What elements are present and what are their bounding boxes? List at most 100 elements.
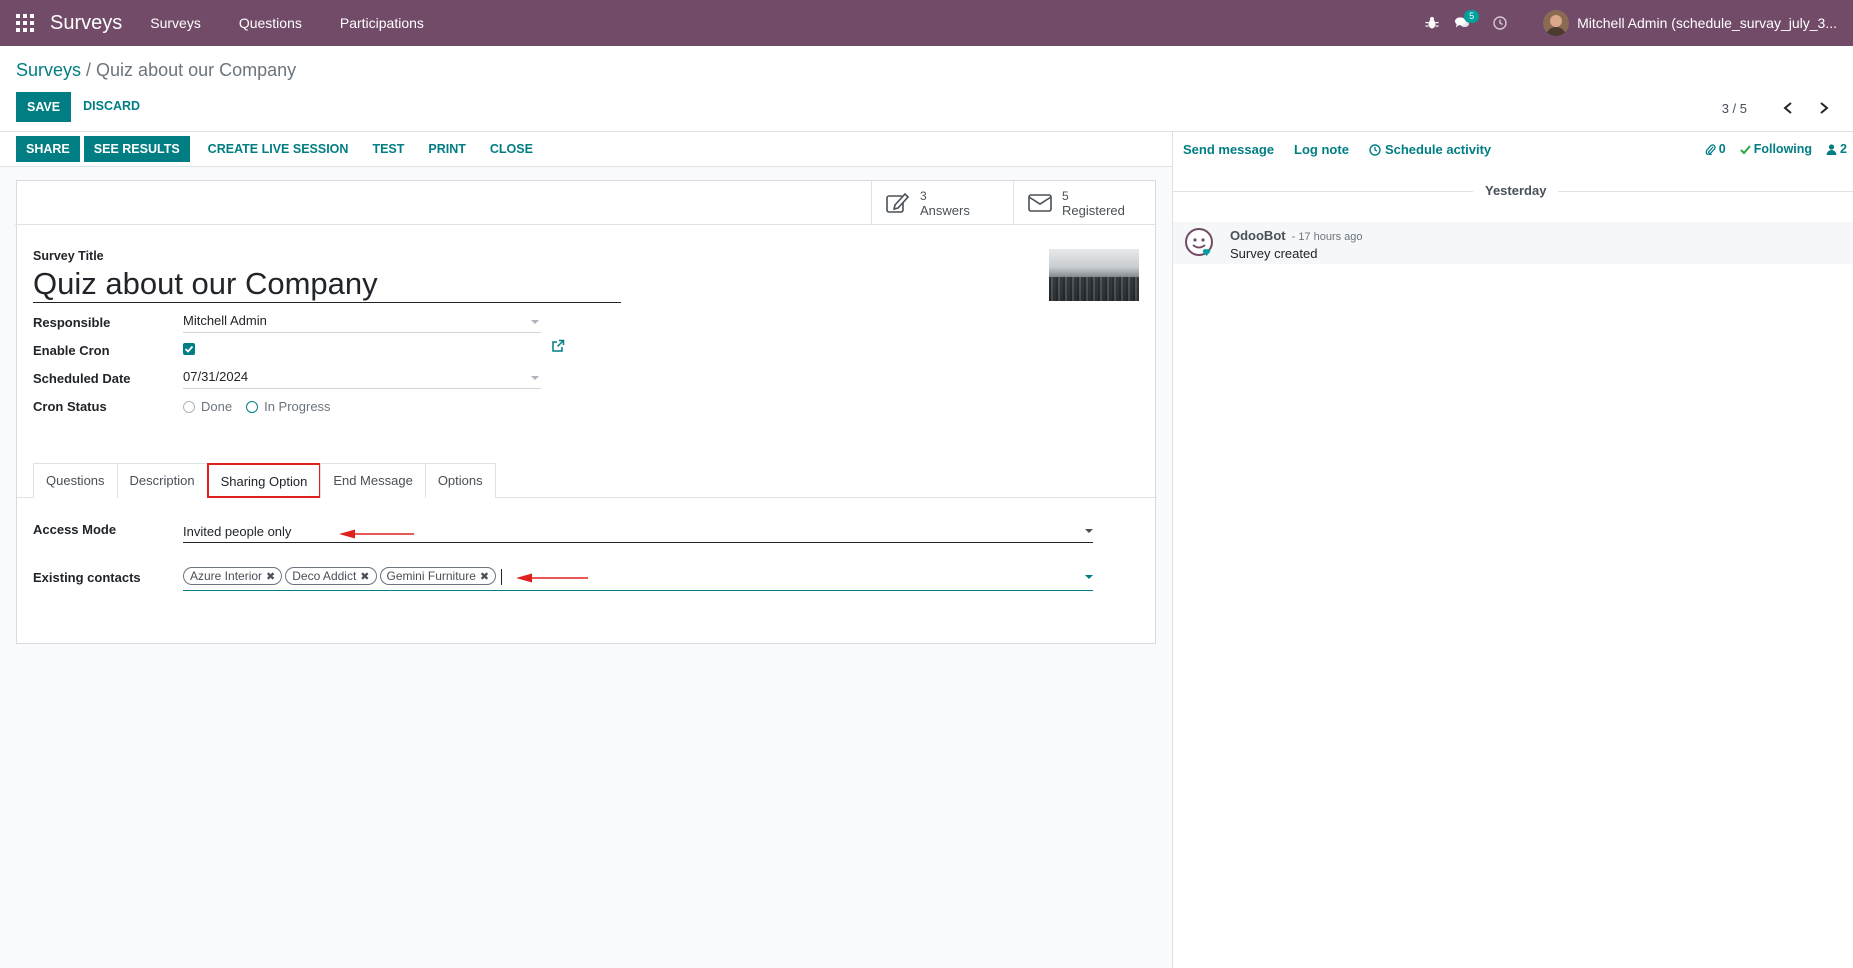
user-avatar[interactable] <box>1543 10 1570 36</box>
form-tabs: Questions Description Sharing Option End… <box>33 463 496 498</box>
menu-questions[interactable]: Questions <box>239 15 302 31</box>
see-results-button[interactable]: SEE RESULTS <box>83 136 190 162</box>
pager-value[interactable]: 3 / 5 <box>1722 101 1747 116</box>
form-sheet: 3 Answers 5 Registered Survey Title Quiz… <box>15 180 1157 644</box>
annotation-arrow <box>516 573 588 583</box>
cron-status-in-progress-radio[interactable]: In Progress <box>246 399 331 414</box>
survey-title-input[interactable]: Quiz about our Company <box>33 267 621 303</box>
contact-tag: Deco Addict ✖ <box>285 567 377 585</box>
clock-icon <box>1369 143 1381 156</box>
remove-tag-icon[interactable]: ✖ <box>480 570 489 583</box>
contact-tag: Azure Interior ✖ <box>183 567 283 585</box>
print-button[interactable]: PRINT <box>418 136 476 162</box>
scheduled-date-value: 07/31/2024 <box>183 369 249 384</box>
day-separator-label: Yesterday <box>1473 183 1559 198</box>
text-cursor <box>501 568 503 585</box>
message-author: OdooBot - 17 hours ago <box>1230 228 1363 243</box>
contact-tag: Gemini Furniture ✖ <box>379 567 497 585</box>
form-statusbar: SHARE SEE RESULTS CREATE LIVE SESSION TE… <box>0 132 1172 167</box>
topbar-systray: 5 Mitchell Admin (schedule_survay_july_3… <box>1415 0 1853 46</box>
pager-previous-icon[interactable] <box>1775 98 1801 118</box>
survey-title-label: Survey Title <box>33 249 104 263</box>
form-view: SHARE SEE RESULTS CREATE LIVE SESSION TE… <box>0 132 1172 968</box>
external-link-icon[interactable] <box>551 339 565 353</box>
control-panel: Surveys / Quiz about our Company SAVE DI… <box>0 46 1853 132</box>
app-brand[interactable]: Surveys <box>50 12 122 35</box>
cron-status-done-label: Done <box>201 399 233 414</box>
smart-buttons: 3 Answers 5 Registered <box>15 181 1155 225</box>
registered-smart-button[interactable]: 5 Registered <box>1013 181 1155 225</box>
test-button[interactable]: TEST <box>362 136 414 162</box>
chevron-down-icon <box>1085 529 1093 533</box>
tab-end-message[interactable]: End Message <box>320 463 426 498</box>
scheduled-date-label: Scheduled Date <box>33 371 131 386</box>
survey-cover-image[interactable] <box>1049 249 1139 301</box>
tab-options[interactable]: Options <box>424 463 496 498</box>
chatter: Send message Log note Schedule activity … <box>1172 132 1853 968</box>
menu-participations[interactable]: Participations <box>340 15 424 31</box>
message-body: Survey created <box>1230 246 1318 261</box>
existing-contacts-field[interactable]: Azure Interior ✖ Deco Addict ✖ Gemini Furnit… <box>183 567 1093 591</box>
following-button[interactable]: Following <box>1740 142 1812 156</box>
form-buttons: SAVE DISCARD <box>16 92 152 122</box>
close-button[interactable]: CLOSE <box>480 136 543 162</box>
apps-menu-icon[interactable] <box>0 0 50 46</box>
registered-label: Registered <box>1062 202 1125 218</box>
create-live-session-button[interactable]: CREATE LIVE SESSION <box>198 136 359 162</box>
contact-tag-label: Deco Addict <box>292 569 357 583</box>
schedule-activity-button[interactable]: Schedule activity <box>1369 142 1491 157</box>
remove-tag-icon[interactable]: ✖ <box>360 570 369 583</box>
remove-tag-icon[interactable]: ✖ <box>266 570 275 583</box>
log-note-button[interactable]: Log note <box>1294 142 1349 157</box>
chevron-down-icon <box>531 320 539 324</box>
save-button[interactable]: SAVE <box>16 92 72 122</box>
share-button[interactable]: SHARE <box>16 136 80 162</box>
responsible-label: Responsible <box>33 315 111 330</box>
message-time: - 17 hours ago <box>1291 231 1363 243</box>
cron-status-done-radio[interactable]: Done <box>183 399 232 414</box>
enable-cron-label: Enable Cron <box>33 343 110 358</box>
top-navbar: Surveys Surveys Questions Participations… <box>0 0 1853 46</box>
paperclip-icon <box>1705 143 1716 155</box>
activity-clock-icon[interactable] <box>1487 0 1513 46</box>
access-mode-value: Invited people only <box>183 524 292 539</box>
access-mode-label: Access Mode <box>33 522 117 537</box>
responsible-value: Mitchell Admin <box>183 313 267 328</box>
existing-contacts-label: Existing contacts <box>33 570 141 585</box>
send-message-button[interactable]: Send message <box>1183 142 1274 157</box>
registered-count: 5 <box>1062 188 1069 203</box>
check-icon <box>1740 144 1751 154</box>
scheduled-date-field[interactable]: 07/31/2024 <box>183 369 541 389</box>
discard-button[interactable]: DISCARD <box>71 92 152 122</box>
responsible-field[interactable]: Mitchell Admin <box>183 313 541 333</box>
breadcrumb-surveys-link[interactable]: Surveys <box>16 60 81 80</box>
chat-count-badge: 5 <box>1464 10 1480 23</box>
breadcrumb: Surveys / Quiz about our Company <box>16 60 296 81</box>
enable-cron-checkbox[interactable] <box>183 343 195 355</box>
chevron-down-icon <box>1085 575 1093 579</box>
pager-next-icon[interactable] <box>1811 98 1837 118</box>
annotation-arrow <box>339 529 414 539</box>
chatter-actions: 0 Following 2 <box>1705 142 1847 156</box>
pager: 3 / 5 <box>1722 98 1837 118</box>
menu-surveys[interactable]: Surveys <box>150 15 201 31</box>
attachments-button[interactable]: 0 <box>1705 142 1726 156</box>
access-mode-select[interactable]: Invited people only <box>183 521 1093 543</box>
debug-bug-icon[interactable] <box>1419 0 1445 46</box>
user-menu[interactable]: Mitchell Admin (schedule_survay_july_3..… <box>1577 15 1853 31</box>
chatter-message: OdooBot - 17 hours ago Survey created <box>1173 222 1853 264</box>
tab-description[interactable]: Description <box>116 463 208 498</box>
odoobot-avatar-icon <box>1185 228 1213 256</box>
contact-tag-label: Azure Interior <box>190 569 263 583</box>
cron-status-radio-group: Done In Progress <box>183 399 331 414</box>
answers-count: 3 <box>920 188 927 203</box>
chevron-down-icon <box>531 376 539 380</box>
chat-messages-icon[interactable]: 5 <box>1449 0 1480 46</box>
followers-button[interactable]: 2 <box>1826 142 1847 156</box>
edit-pencil-icon <box>886 192 910 213</box>
cron-status-in-progress-label: In Progress <box>264 399 331 414</box>
tab-questions[interactable]: Questions <box>33 463 118 498</box>
cron-status-label: Cron Status <box>33 399 107 414</box>
answers-smart-button[interactable]: 3 Answers <box>871 181 1013 225</box>
tab-sharing-option[interactable]: Sharing Option <box>206 463 322 498</box>
